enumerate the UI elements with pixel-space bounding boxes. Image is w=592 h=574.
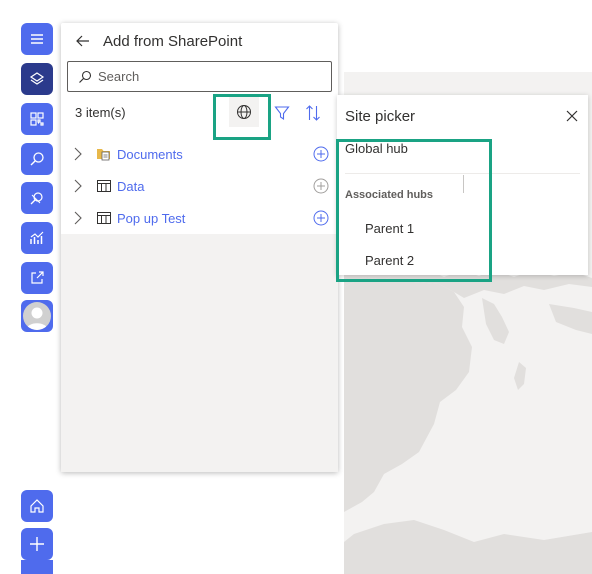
item-count: 3 item(s) <box>75 105 126 120</box>
list-item-documents[interactable]: Documents <box>61 138 338 170</box>
layers-icon <box>29 72 45 85</box>
pin-button[interactable] <box>21 182 53 214</box>
list-item-label[interactable]: Data <box>117 179 144 194</box>
panel-header: Add from SharePoint <box>61 23 338 59</box>
sort-icon <box>306 105 320 121</box>
menu-button[interactable] <box>21 23 53 55</box>
hamburger-menu-icon <box>31 34 43 44</box>
analytics-button[interactable] <box>21 222 53 254</box>
home-icon <box>30 499 44 513</box>
close-icon[interactable] <box>563 107 581 125</box>
item-list: Documents Data Pop up Test <box>61 138 338 234</box>
list-table-icon <box>96 210 112 226</box>
add-from-sharepoint-panel: Add from SharePoint 3 item(s) Documents <box>61 23 338 472</box>
list-item-label[interactable]: Documents <box>117 147 183 162</box>
add-circle-icon[interactable] <box>313 178 329 194</box>
list-item-data[interactable]: Data <box>61 170 338 202</box>
qr-code-button[interactable] <box>21 103 53 135</box>
map-pin-icon <box>30 192 43 205</box>
sort-button[interactable] <box>299 99 327 127</box>
qr-code-icon <box>30 112 44 126</box>
share-icon <box>31 271 44 284</box>
filter-icon <box>274 106 290 121</box>
rail-overflow-strip <box>21 560 53 574</box>
person-icon <box>26 307 48 330</box>
back-button[interactable] <box>68 26 98 56</box>
list-table-icon <box>96 178 112 194</box>
user-avatar[interactable] <box>21 300 53 332</box>
plus-icon <box>30 537 44 551</box>
hubs-highlight-box <box>336 139 492 282</box>
list-empty-area <box>61 234 338 472</box>
search-icon <box>79 70 92 83</box>
arrow-left-icon <box>76 35 89 47</box>
analytics-chart-icon <box>30 231 44 244</box>
list-item-label[interactable]: Pop up Test <box>117 211 185 226</box>
document-library-icon <box>96 146 112 162</box>
home-button[interactable] <box>21 490 53 522</box>
add-circle-icon[interactable] <box>313 146 329 162</box>
filter-button[interactable] <box>268 99 296 127</box>
add-button[interactable] <box>21 528 53 560</box>
chevron-right-icon[interactable] <box>74 147 88 161</box>
search-input[interactable] <box>98 69 318 84</box>
search-icon <box>30 152 44 166</box>
app-stage: Add from SharePoint 3 item(s) Documents <box>0 0 592 574</box>
list-item-pop-up-test[interactable]: Pop up Test <box>61 202 338 234</box>
add-circle-icon[interactable] <box>313 210 329 226</box>
search-box[interactable] <box>67 61 332 92</box>
site-picker-title: Site picker <box>345 108 416 125</box>
chevron-right-icon[interactable] <box>74 211 88 225</box>
globe-highlight-box <box>213 94 271 140</box>
chevron-right-icon[interactable] <box>74 179 88 193</box>
avatar-placeholder <box>23 302 51 330</box>
panel-title: Add from SharePoint <box>103 32 243 50</box>
layers-button[interactable] <box>21 63 53 95</box>
share-button[interactable] <box>21 262 53 294</box>
search-rail-button[interactable] <box>21 143 53 175</box>
